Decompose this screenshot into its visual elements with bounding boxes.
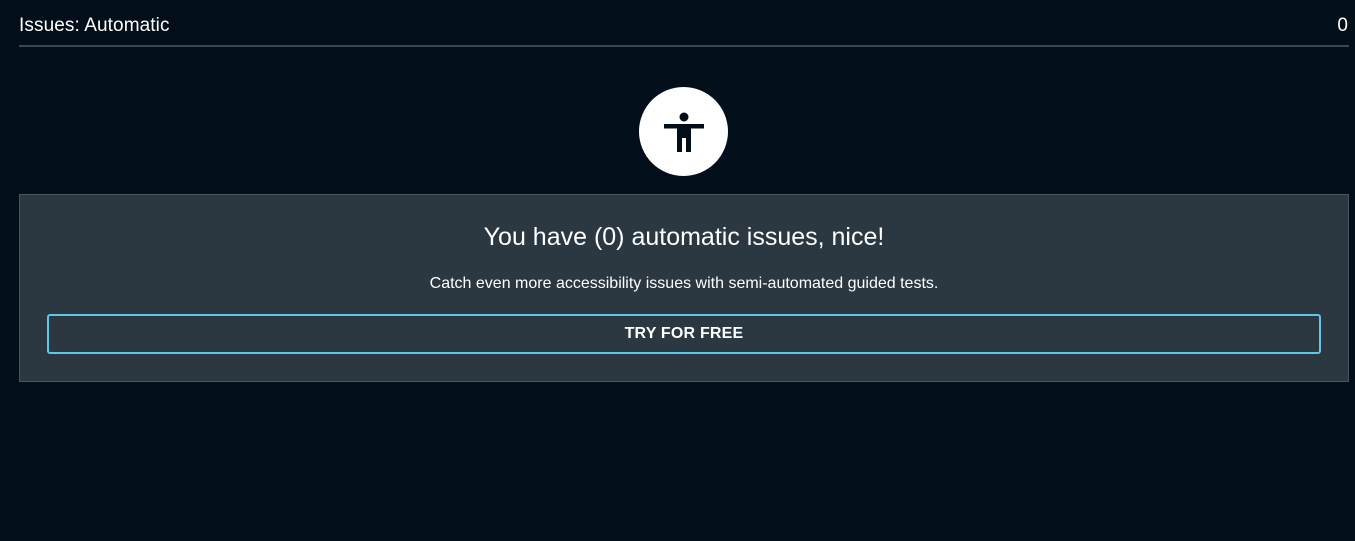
accessibility-person-icon (639, 87, 728, 176)
card-heading: You have (0) automatic issues, nice! (483, 223, 885, 251)
issue-count: 0 (1337, 14, 1348, 36)
section-title: Issues: Automatic (19, 14, 170, 36)
try-for-free-button[interactable]: TRY FOR FREE (47, 314, 1321, 354)
section-header: Issues: Automatic 0 (19, 0, 1349, 47)
card-subtext: Catch even more accessibility issues wit… (429, 275, 939, 292)
zero-issues-card: You have (0) automatic issues, nice! Cat… (19, 194, 1349, 382)
accessibility-person-glyph (663, 112, 704, 152)
issues-panel: Issues: Automatic 0 You have (0) automat… (0, 0, 1355, 541)
